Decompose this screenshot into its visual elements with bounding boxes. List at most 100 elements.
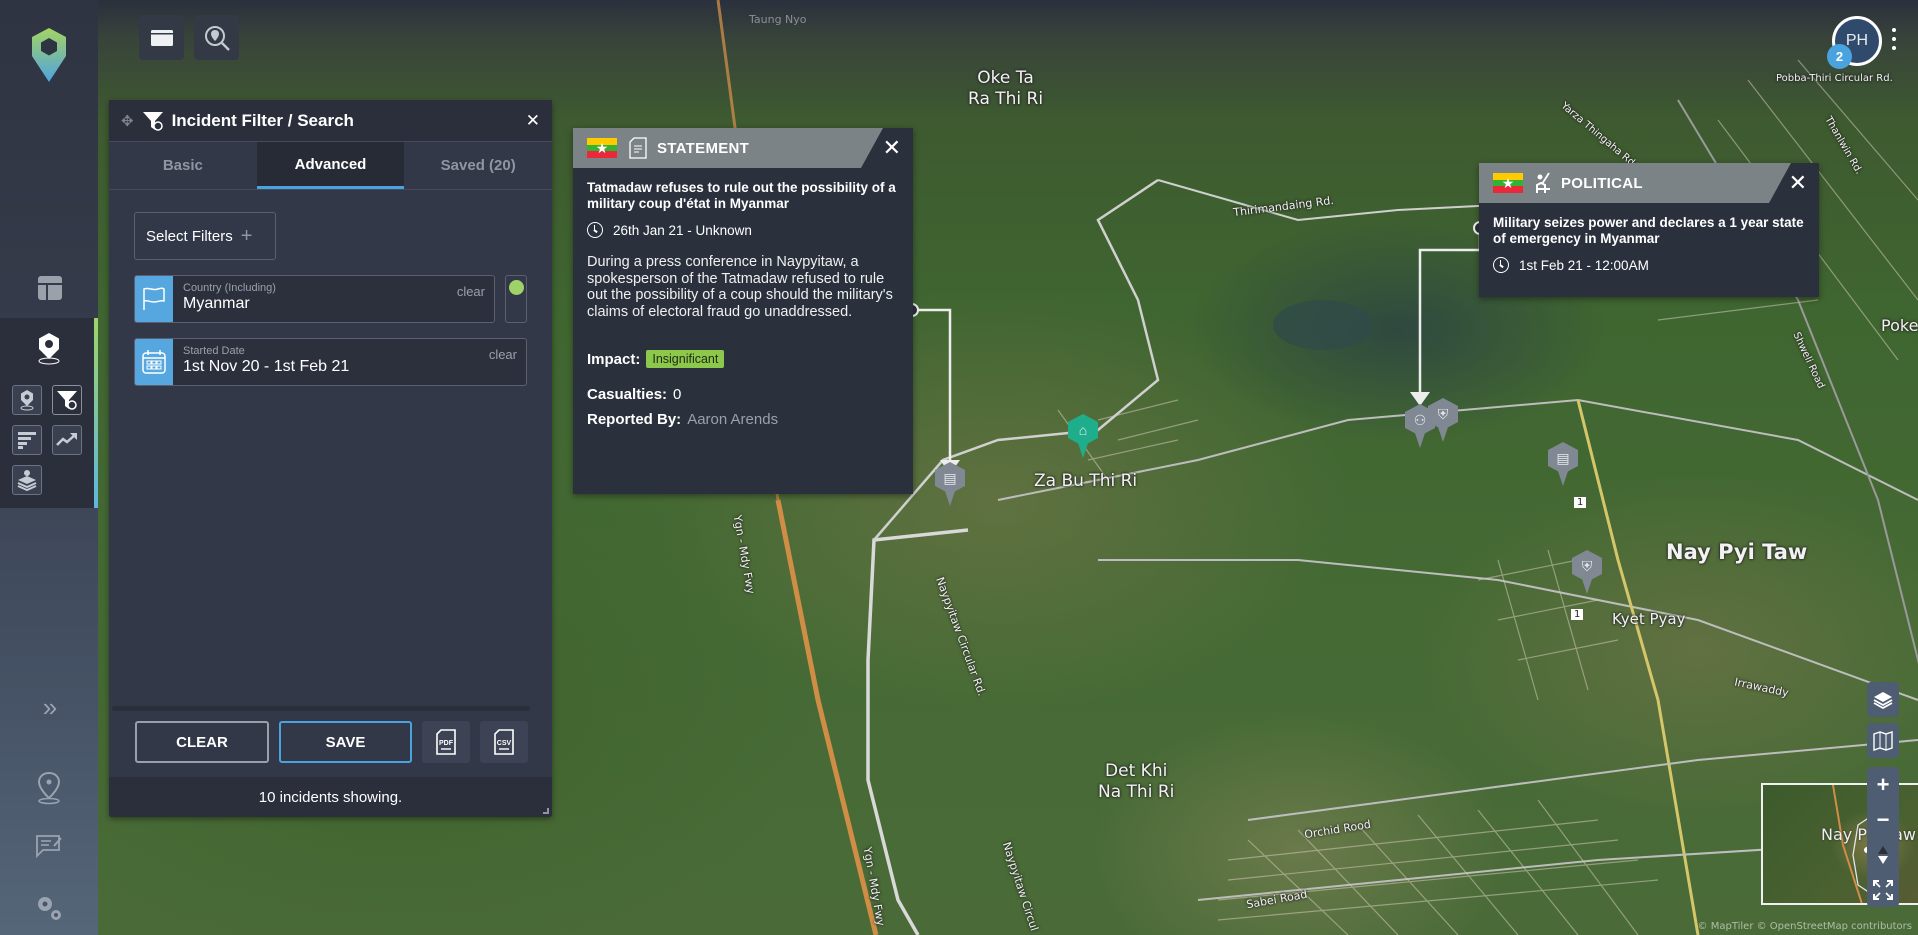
tab-advanced[interactable]: Advanced	[256, 142, 405, 189]
tab-saved[interactable]: Saved (20)	[404, 142, 552, 189]
popup-reported-by: Reported By: Aaron Arends	[573, 411, 913, 428]
calendar-icon	[135, 339, 173, 385]
map-label-taung-nyo: Taung Nyo	[749, 13, 807, 26]
map-label-kyet-pyay: Kyet Pyay	[1612, 610, 1686, 628]
nav-incidents[interactable]	[34, 330, 64, 366]
clear-country-link[interactable]: clear	[457, 284, 485, 299]
nav-incident-filter[interactable]	[52, 385, 82, 415]
horizontal-scrollbar[interactable]	[112, 706, 530, 711]
clock-icon	[1493, 257, 1509, 273]
podium-speaker-icon	[1536, 172, 1550, 193]
sidebar: »	[0, 0, 98, 935]
nav-active-accent	[94, 318, 98, 508]
compass-button[interactable]	[1867, 837, 1899, 872]
zoom-in-button[interactable]: +	[1867, 767, 1899, 802]
clock-icon	[587, 222, 603, 238]
casualties-label: Casualties:	[587, 386, 668, 403]
route-shield-1: 1	[1574, 497, 1587, 508]
zoom-out-button[interactable]: −	[1867, 802, 1899, 837]
incident-pin-green[interactable]: ⌂	[1068, 414, 1098, 460]
export-csv-button[interactable]: CSV	[480, 721, 528, 763]
incident-pin-cyber[interactable]: ⛨	[1572, 550, 1602, 596]
popup-close-button[interactable]: ✕	[883, 135, 901, 161]
pdf-file-icon: PDF	[436, 729, 456, 755]
map-label-poke: Poke	[1881, 316, 1918, 335]
reported-by-label: Reported By:	[587, 411, 682, 428]
svg-text:CSV: CSV	[497, 740, 512, 747]
window-icon	[150, 29, 173, 46]
nav-settings[interactable]	[34, 893, 64, 923]
incident-count-footer: 10 incidents showing.	[109, 777, 552, 817]
filter-value: 1st Nov 20 - 1st Feb 21	[183, 358, 350, 375]
filter-label: Started Date	[183, 345, 245, 357]
impact-label: Impact:	[587, 350, 641, 368]
resize-handle[interactable]	[543, 808, 549, 814]
nav-locations[interactable]	[34, 770, 64, 806]
map-label-nay-pyi-taw: Nay Pyi Taw	[1666, 540, 1808, 564]
layers-icon	[1867, 682, 1899, 717]
chat-edit-icon	[36, 835, 62, 859]
clear-button[interactable]: CLEAR	[135, 721, 269, 763]
window-toggle-button[interactable]	[139, 15, 184, 60]
layers-button[interactable]	[1867, 682, 1899, 717]
pin-icon	[20, 390, 34, 411]
country-filter[interactable]: Country (Including) Myanmar clear	[134, 275, 495, 323]
nav-feedback[interactable]	[34, 833, 64, 861]
nav-expand[interactable]: »	[36, 691, 64, 722]
document-icon	[629, 137, 647, 159]
location-search-icon	[204, 25, 230, 51]
map-label-za-bu-thi-ri: Za Bu Thi Ri	[1034, 471, 1138, 491]
save-button[interactable]: SAVE	[279, 721, 412, 763]
incident-pin-document[interactable]: ▤	[1548, 442, 1578, 488]
nav-dashboard[interactable]	[36, 274, 64, 302]
select-filters-button[interactable]: Select Filters +	[134, 212, 276, 260]
popup-time: 1st Feb 21 - 12:00AM	[1479, 257, 1819, 273]
started-date-filter[interactable]: Started Date 1st Nov 20 - 1st Feb 21 cle…	[134, 338, 527, 386]
basemap-button[interactable]	[1867, 723, 1899, 758]
incident-pin-statement[interactable]: ▤	[935, 462, 965, 508]
location-search-button[interactable]	[194, 15, 239, 60]
popup-time-text: 1st Feb 21 - 12:00AM	[1519, 257, 1649, 273]
nav-bar-list[interactable]	[12, 425, 42, 455]
reported-by-value[interactable]: Aaron Arends	[687, 411, 778, 428]
casualties-value: 0	[673, 386, 682, 403]
incident-popup-statement[interactable]: ★ STATEMENT ✕ Tatmadaw refuses to rule o…	[573, 128, 913, 494]
panel-title: Incident Filter / Search	[171, 110, 354, 130]
gears-icon	[38, 897, 61, 920]
popup-headline: Tatmadaw refuses to rule out the possibi…	[587, 180, 896, 211]
map-attribution[interactable]: © MapTiler © OpenStreetMap contributors	[1698, 921, 1912, 932]
myanmar-flag-icon: ★	[1493, 173, 1523, 193]
nav-trend[interactable]	[52, 425, 82, 455]
popup-time-text: 26th Jan 21 - Unknown	[613, 222, 752, 238]
more-options-icon[interactable]	[1890, 28, 1898, 50]
country-toggle[interactable]	[505, 275, 527, 323]
popup-category: POLITICAL	[1561, 174, 1643, 192]
popup-close-button[interactable]: ✕	[1789, 170, 1807, 196]
filter-label: Country (Including)	[183, 282, 276, 294]
drag-handle-icon[interactable]: ✥	[121, 112, 134, 130]
map-label-oke-ta: Oke Ta Ra Thi Ri	[968, 68, 1044, 109]
panel-close-button[interactable]: ✕	[526, 111, 540, 131]
incident-pin-shield[interactable]: ⛨	[1428, 398, 1458, 444]
fullscreen-button[interactable]	[1867, 872, 1899, 907]
double-chevron-right-icon: »	[42, 691, 58, 722]
clear-date-link[interactable]: clear	[489, 347, 517, 362]
select-filters-label: Select Filters	[146, 227, 233, 245]
incident-filter-panel: ✥ Incident Filter / Search ✕ Basic Advan…	[109, 100, 552, 817]
tab-basic[interactable]: Basic	[109, 142, 257, 189]
export-pdf-button[interactable]: PDF	[422, 721, 470, 763]
nav-incident-pins[interactable]	[12, 385, 42, 415]
nav-layers-pin[interactable]	[12, 465, 42, 495]
plus-icon: +	[240, 224, 253, 247]
layers-pin-icon	[17, 470, 37, 491]
compass-icon	[1878, 845, 1888, 864]
incident-popup-political[interactable]: ★ POLITICAL ✕ Military seizes power and …	[1479, 163, 1819, 297]
notification-badge[interactable]: 2	[1827, 44, 1852, 69]
popup-description: During a press conference in Naypyitaw, …	[587, 254, 893, 320]
popup-category: STATEMENT	[657, 139, 750, 157]
map-nav-controls: + −	[1867, 767, 1899, 907]
myanmar-flag-icon: ★	[587, 138, 617, 158]
app-logo[interactable]	[30, 28, 68, 82]
hex-pin-icon	[38, 333, 60, 365]
layout-icon	[38, 276, 62, 300]
